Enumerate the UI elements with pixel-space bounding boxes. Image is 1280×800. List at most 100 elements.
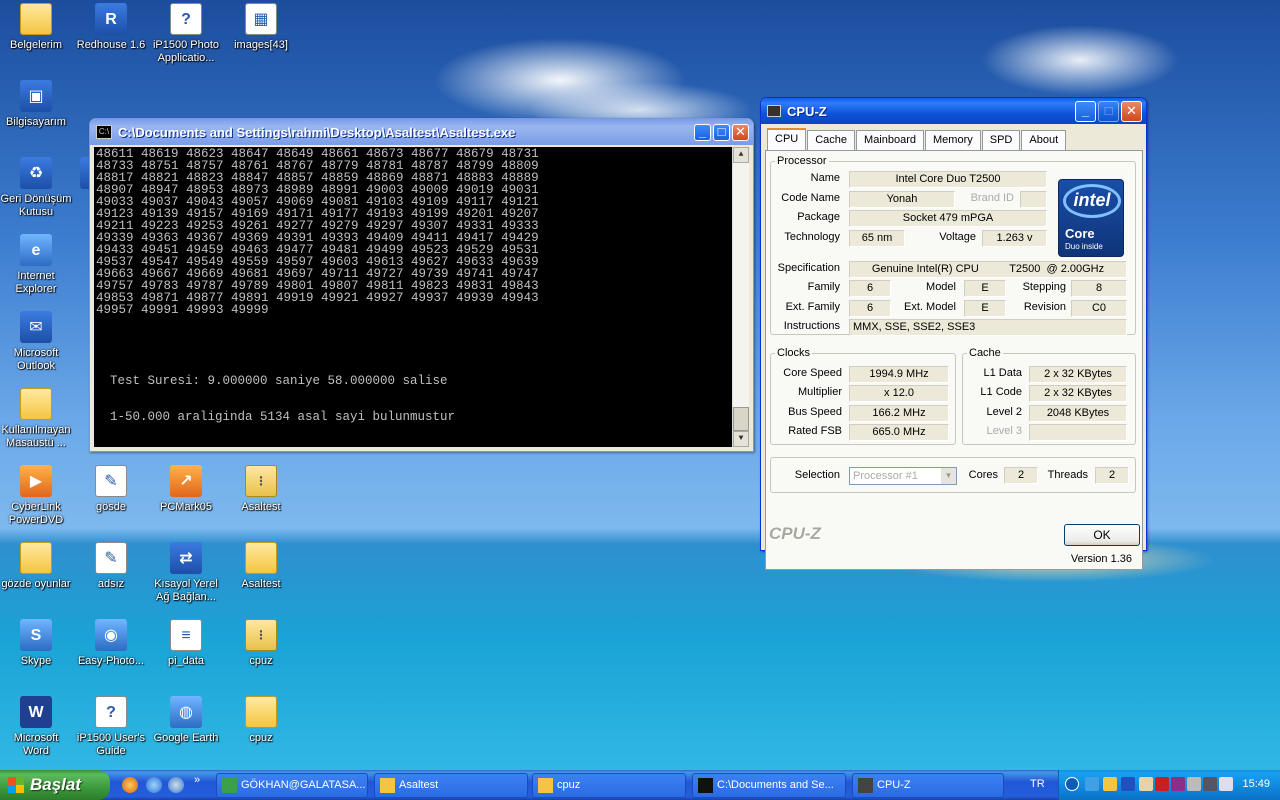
- internet-explorer-icon[interactable]: [146, 777, 162, 793]
- l1code-value: 2 x 32 KBytes: [1029, 385, 1127, 402]
- l1data-value: 2 x 32 KBytes: [1029, 366, 1127, 383]
- scroll-down-icon[interactable]: ▼: [733, 431, 749, 447]
- folder-icon: [245, 542, 277, 574]
- tab-spd[interactable]: SPD: [981, 130, 1021, 150]
- cores-value: 2: [1004, 467, 1038, 484]
- maximize-button[interactable]: □: [713, 123, 730, 141]
- console-window[interactable]: C:\ C:\Documents and Settings\rahmi\Desk…: [89, 118, 754, 452]
- console-titlebar[interactable]: C:\ C:\Documents and Settings\rahmi\Desk…: [90, 119, 753, 145]
- document-shortcut-icon: ✎: [95, 542, 127, 574]
- cpuz-footer-logo: CPU-Z: [769, 524, 821, 543]
- help-book-icon: ?: [170, 3, 202, 35]
- console-output[interactable]: 48611 48619 48623 48647 48649 48661 4867…: [94, 147, 749, 447]
- desktop-icon[interactable]: W Microsoft Word: [0, 696, 72, 758]
- desktop-icon[interactable]: e Internet Explorer: [0, 234, 72, 296]
- bus-speed-value: 166.2 MHz: [849, 405, 949, 422]
- desktop-icon[interactable]: ✉ Microsoft Outlook: [0, 311, 72, 373]
- language-indicator[interactable]: TR: [1030, 778, 1045, 790]
- zip-folder-icon: ⋮: [245, 465, 277, 497]
- desktop-icon[interactable]: R Redhouse 1.6: [75, 3, 147, 52]
- help-book-icon: ?: [95, 696, 127, 728]
- desktop-icon[interactable]: gözde oyunlar: [0, 542, 72, 591]
- kaspersky-tray-icon[interactable]: [1155, 777, 1169, 791]
- cpuz-titlebar[interactable]: CPU-Z _ □ ✕: [761, 98, 1146, 124]
- minimize-button[interactable]: _: [1075, 100, 1096, 122]
- selection-dropdown[interactable]: Processor #1 ▼: [849, 467, 957, 485]
- desktop-icon[interactable]: ? iP1500 User's Guide: [75, 696, 147, 758]
- chevron-down-icon[interactable]: ▼: [941, 468, 956, 484]
- selection-value: Processor #1: [853, 470, 918, 482]
- desktop-icon[interactable]: Belgelerim: [0, 3, 72, 52]
- core-speed-value: 1994.9 MHz: [849, 366, 949, 383]
- scroll-thumb[interactable]: [733, 407, 749, 431]
- ok-button[interactable]: OK: [1064, 524, 1140, 546]
- family-label: Family: [807, 281, 840, 293]
- desktop-icon[interactable]: ≡ pi_data: [150, 619, 222, 668]
- desktop-icon[interactable]: Asaltest: [225, 542, 297, 591]
- close-button[interactable]: ✕: [732, 123, 749, 141]
- tab-memory[interactable]: Memory: [925, 130, 981, 150]
- revision-label: Revision: [1023, 301, 1066, 313]
- tab-cpu[interactable]: CPU: [767, 128, 807, 150]
- desktop-icon[interactable]: ▦ images[43]: [225, 3, 297, 52]
- minimize-button[interactable]: _: [694, 123, 711, 141]
- volume-tray-icon[interactable]: [1219, 777, 1233, 791]
- intel-brand: intel: [1073, 190, 1111, 210]
- desktop-icon[interactable]: S Skype: [0, 619, 72, 668]
- console-result: 1-50.000 araliginda 5134 asal sayi bulun…: [110, 410, 456, 424]
- za-tray-icon[interactable]: [1103, 777, 1117, 791]
- desktop-icon[interactable]: ◉ Easy-Photo...: [75, 619, 147, 668]
- taskbar-item[interactable]: C:\Documents and Se...: [692, 773, 846, 798]
- desktop-icon[interactable]: ⋮ cpuz: [225, 619, 297, 668]
- quicklaunch-more-icon[interactable]: »: [194, 774, 200, 786]
- tab-about[interactable]: About: [1021, 130, 1067, 150]
- desktop-icon[interactable]: ▶ CyberLink PowerDVD: [0, 465, 72, 527]
- security-tray-icon[interactable]: [1171, 777, 1185, 791]
- start-button[interactable]: Başlat: [0, 770, 110, 800]
- desktop-icon[interactable]: ◍ Google Earth: [150, 696, 222, 745]
- clocks-legend: Clocks: [777, 347, 811, 359]
- desktop-icon-label: iP1500 Photo Applicatio...: [152, 39, 220, 64]
- desktop-icon-label: iP1500 User's Guide: [76, 732, 146, 757]
- cpuz-window[interactable]: CPU-Z _ □ ✕ CPU Cache Mainboard Memory S…: [760, 97, 1147, 570]
- taskbar: Başlat » GÖKHAN@GALATASA... Asaltest cpuz C…: [0, 770, 1280, 800]
- cache-legend: Cache: [969, 347, 1001, 359]
- desktop-icon[interactable]: Kullanılmayan Masaüstü ...: [0, 388, 72, 450]
- taskbar-item[interactable]: GÖKHAN@GALATASA...: [216, 773, 368, 798]
- instructions-value: MMX, SSE, SSE2, SSE3: [849, 319, 1127, 336]
- desktop-icon[interactable]: ⋮ Asaltest: [225, 465, 297, 514]
- multiplier-label: Multiplier: [797, 386, 842, 398]
- taskbar-item[interactable]: Asaltest: [374, 773, 528, 798]
- desktop-icon[interactable]: ↗ PCMark05: [150, 465, 222, 514]
- desktop-icon[interactable]: cpuz: [225, 696, 297, 745]
- network-tray-icon[interactable]: [1085, 777, 1099, 791]
- codename-value: Yonah: [849, 191, 955, 208]
- bluetooth-tray-icon[interactable]: [1121, 777, 1135, 791]
- console-scrollbar[interactable]: ▲ ▼: [732, 147, 749, 447]
- monitor-tray-icon[interactable]: [1203, 777, 1217, 791]
- desktop-icon[interactable]: ? iP1500 Photo Applicatio...: [150, 3, 222, 65]
- tray-arrow-icon[interactable]: [1065, 777, 1079, 791]
- package-value: Socket 479 mPGA: [849, 210, 1047, 227]
- desktop-icon[interactable]: ✎ gösde: [75, 465, 147, 514]
- intel-core-duo-logo: intel Core Duo inside: [1058, 179, 1124, 257]
- usb-tray-icon[interactable]: [1187, 777, 1201, 791]
- pcmark-icon: ↗: [170, 465, 202, 497]
- messenger-icon[interactable]: [168, 777, 184, 793]
- desktop-icon[interactable]: ▣ Bilgisayarım: [0, 80, 72, 129]
- start-label: Başlat: [30, 775, 82, 794]
- hand-tray-icon[interactable]: [1139, 777, 1153, 791]
- scroll-up-icon[interactable]: ▲: [733, 147, 749, 163]
- network-connection-icon: ⇄: [170, 542, 202, 574]
- desktop-icon[interactable]: ⇄ Kısayol Yerel Ağ Bağlan...: [150, 542, 222, 604]
- taskbar-item[interactable]: CPU-Z: [852, 773, 1004, 798]
- firefox-icon[interactable]: [122, 777, 138, 793]
- tab-mainboard[interactable]: Mainboard: [856, 130, 925, 150]
- close-button[interactable]: ✕: [1121, 100, 1142, 122]
- desktop-icon[interactable]: ✎ adsız: [75, 542, 147, 591]
- taskbar-item[interactable]: cpuz: [532, 773, 686, 798]
- clock[interactable]: 15:49: [1242, 778, 1270, 790]
- skype-icon: S: [20, 619, 52, 651]
- tab-cache[interactable]: Cache: [807, 130, 856, 150]
- redhouse-app-icon: R: [95, 3, 127, 35]
